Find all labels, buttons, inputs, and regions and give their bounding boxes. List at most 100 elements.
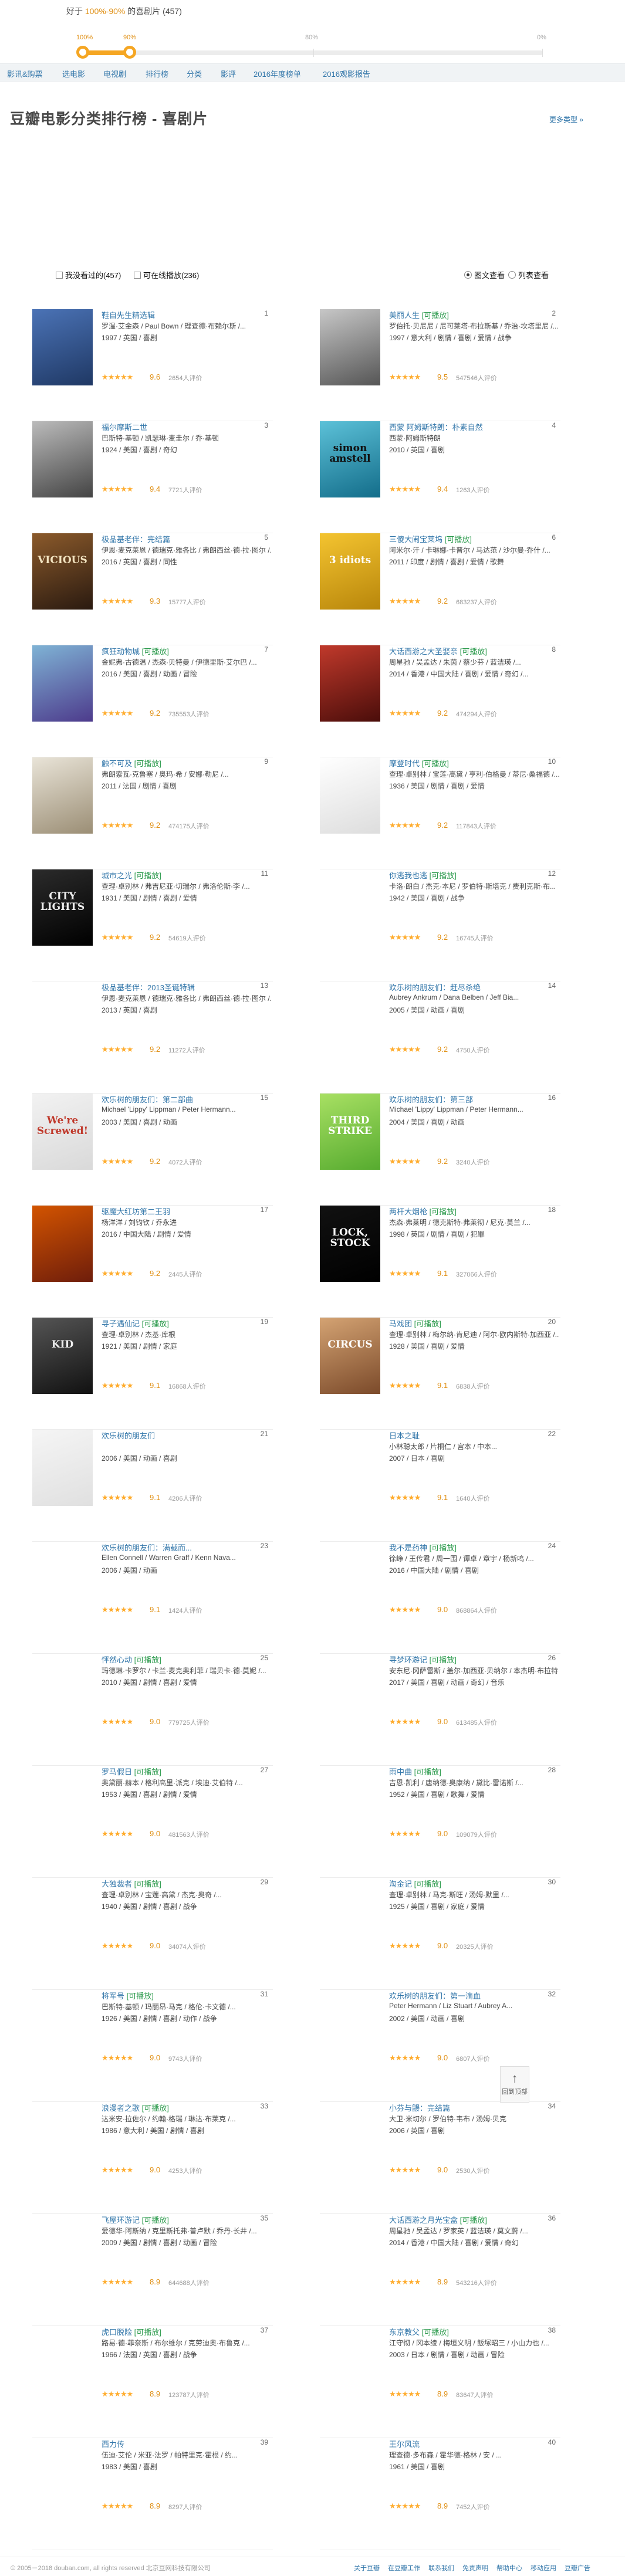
movie-title[interactable]: 东京教父 [可播放] [389,2326,449,2337]
movie-title-text[interactable]: 东京教父 [389,2328,420,2337]
movie-title-text[interactable]: 欢乐树的朋友们：满载而... [102,1543,192,1552]
radio-icon[interactable] [508,271,516,279]
rating-slider-track[interactable] [82,50,543,55]
movie-item[interactable]: 怦然心动 [可播放] 25 玛德琳·卡罗尔 / 卡兰·麦克奥利菲 / 瑞贝卡·德… [32,1654,273,1766]
movie-title[interactable]: 雨中曲 [可播放] [389,1766,441,1777]
movie-title[interactable]: 福尔摩斯二世 [102,421,147,432]
movie-item[interactable]: 欢乐树的朋友们：满载而... 23 Ellen Connell / Warren… [32,1542,273,1654]
movie-poster[interactable]: simon amstell [320,421,380,497]
movie-title-text[interactable]: 极品基老伴：2013圣诞特辑 [102,983,195,992]
movie-item[interactable]: 寻梦环游记 [可播放] 26 安东尼·冈萨雷斯 / 盖尔·加西亚·贝纳尔 / 本… [320,1654,560,1766]
movie-title-text[interactable]: 雨中曲 [389,1768,412,1776]
movie-poster[interactable] [32,1206,93,1282]
movie-item[interactable]: 鞋自先生精选辑 1 罗温·艾金森 / Paul Bown / 理查德·布赖尔斯 … [32,309,273,421]
movie-title-text[interactable]: 摩登时代 [389,759,420,768]
movie-title[interactable]: 欢乐树的朋友们：赶尽杀绝 [389,981,481,993]
movie-item[interactable]: 摩登时代 [可播放] 10 查理·卓别林 / 宝莲·高黛 / 亨利·伯格曼 / … [320,757,560,869]
movie-item[interactable]: 淘金记 [可播放] 30 查理·卓别林 / 马克·斯旺 / 汤姆·默里 /...… [320,1878,560,1990]
movie-title[interactable]: 飞屋环游记 [可播放] [102,2214,169,2225]
movie-title-text[interactable]: 王尔风流 [389,2440,420,2449]
movie-item[interactable]: 欢乐树的朋友们 21 2006 / 美国 / 动画 / 喜剧 ★★★★★ 9.1… [32,1430,273,1542]
slider-handle-high[interactable] [76,46,89,59]
movie-title[interactable]: 驱魔大红坊第二王羽 [102,1206,170,1217]
movie-item[interactable]: KID 寻子遇仙记 [可播放] 19 查理·卓别林 / 杰基·库根 1921 /… [32,1318,273,1430]
movie-title-text[interactable]: 大话西游之月光宝盒 [389,2216,458,2225]
movie-title-text[interactable]: 极品基老伴：完结篇 [102,535,170,544]
movie-poster[interactable] [320,309,380,385]
movie-title-text[interactable]: 鞋自先生精选辑 [102,311,155,320]
movie-item[interactable]: 你逃我也逃 [可播放] 12 卡洛·朗白 / 杰克·本尼 / 罗伯特·斯塔克 /… [320,869,560,981]
movie-title-text[interactable]: 欢乐树的朋友们：第二部曲 [102,1095,193,1104]
movie-title-text[interactable]: 怦然心动 [102,1656,132,1664]
footer-link-jobs[interactable]: 在豆瓣工作 [388,2563,420,2572]
movie-title[interactable]: 西力传 [102,2438,124,2449]
movie-title[interactable]: 寻梦环游记 [可播放] [389,1654,457,1665]
movie-title-text[interactable]: 城市之光 [102,871,132,880]
movie-poster[interactable]: LOCK, STOCK [320,1206,380,1282]
movie-poster[interactable] [32,1430,93,1506]
back-to-top-button[interactable]: ↑ 回到顶部 [500,2066,529,2103]
movie-title-text[interactable]: 疯狂动物城 [102,647,140,656]
nav-annual-list[interactable]: 2016年度榜单 [254,68,301,79]
movie-poster[interactable]: CIRCUS [320,1318,380,1394]
movie-title[interactable]: 罗马假日 [可播放] [102,1766,161,1777]
movie-title[interactable]: 大独裁者 [可播放] [102,1878,161,1889]
footer-link-ads[interactable]: 豆瓣广告 [565,2563,590,2572]
nav-movies[interactable]: 选电影 [62,68,85,79]
movie-item[interactable]: 福尔摩斯二世 3 巴斯特·基顿 / 凯瑟琳·麦圭尔 / 乔·基顿 1924 / … [32,421,273,533]
movie-title[interactable]: 王尔风流 [389,2438,420,2449]
movie-item[interactable]: 王尔风流 40 理查德·多布森 / 霍华德·格林 / 安 / ... 1961 … [320,2438,560,2550]
movie-item[interactable]: simon amstell 西蒙 阿姆斯特朗：朴素自然 4 西蒙·阿姆斯特朗 2… [320,421,560,533]
movie-title-text[interactable]: 小芬与鼹：完结篇 [389,2104,450,2113]
radio-selected-icon[interactable] [464,271,472,279]
movie-title-text[interactable]: 虎口脱险 [102,2328,132,2337]
movie-title-text[interactable]: 飞屋环游记 [102,2216,140,2225]
movie-poster[interactable] [32,309,93,385]
movie-title-text[interactable]: 两杆大烟枪 [389,1207,427,1216]
movie-poster[interactable]: VICIOUS [32,533,93,610]
movie-title[interactable]: 欢乐树的朋友们：满载而... [102,1542,192,1553]
movie-title[interactable]: 马戏团 [可播放] [389,1318,441,1329]
movie-poster[interactable] [32,757,93,834]
movie-title-text[interactable]: 你逃我也逃 [389,871,427,880]
nav-tickets[interactable]: 影讯&购票 [7,68,43,79]
movie-item[interactable]: 触不可及 [可播放] 9 弗朗索瓦·克鲁塞 / 奥玛·希 / 安娜·勒尼 /..… [32,757,273,869]
movie-title[interactable]: 欢乐树的朋友们：第二部曲 [102,1094,193,1105]
filter-playable[interactable]: 可在线播放(236) [134,269,199,280]
movie-title-text[interactable]: 日本之耻 [389,1431,420,1440]
movie-item[interactable]: 大话西游之大圣娶亲 [可播放] 8 周星驰 / 吴孟达 / 朱茵 / 蔡少芬 /… [320,645,560,757]
footer-link-about[interactable]: 关于豆瓣 [354,2563,380,2572]
movie-title-text[interactable]: 罗马假日 [102,1768,132,1776]
movie-title[interactable]: 西蒙 阿姆斯特朗：朴素自然 [389,421,483,432]
movie-title[interactable]: 欢乐树的朋友们 [102,1430,155,1441]
movie-title-text[interactable]: 将军号 [102,1992,124,2000]
movie-title[interactable]: 疯狂动物城 [可播放] [102,645,169,656]
movie-title[interactable]: 欢乐树的朋友们：第三部 [389,1094,473,1105]
movie-title-text[interactable]: 美丽人生 [389,311,420,320]
movie-item[interactable]: 驱魔大红坊第二王羽 17 杨洋洋 / 刘钧钦 / 乔永进 2016 / 中国大陆… [32,1206,273,1318]
movie-title-text[interactable]: 欢乐树的朋友们 [102,1431,155,1440]
movie-title-text[interactable]: 马戏团 [389,1319,412,1328]
nav-categories[interactable]: 分类 [187,68,202,79]
movie-title[interactable]: 日本之耻 [389,1430,420,1441]
footer-link-help[interactable]: 帮助中心 [496,2563,522,2572]
movie-title-text[interactable]: 寻子遇仙记 [102,1319,140,1328]
movie-item[interactable]: 美丽人生 [可播放] 2 罗伯托·贝尼尼 / 尼可莱塔·布拉斯基 / 乔治·坎塔… [320,309,560,421]
movie-poster[interactable]: KID [32,1318,93,1394]
movie-title[interactable]: 虎口脱险 [可播放] [102,2326,161,2337]
movie-title[interactable]: 三傻大闹宝莱坞 [可播放] [389,533,472,544]
movie-item[interactable]: 西力传 39 伍迪·艾伦 / 米亚·法罗 / 帕特里克·霍根 / 约... 19… [32,2438,273,2550]
movie-title[interactable]: 淘金记 [可播放] [389,1878,441,1889]
movie-title[interactable]: 我不是药神 [可播放] [389,1542,457,1553]
movie-item[interactable]: 欢乐树的朋友们：赶尽杀绝 14 Aubrey Ankrum / Dana Bel… [320,981,560,1094]
movie-item[interactable]: We're Screwed! 欢乐树的朋友们：第二部曲 15 Michael '… [32,1094,273,1206]
movie-poster[interactable] [320,645,380,722]
movie-title[interactable]: 极品基老伴：2013圣诞特辑 [102,981,195,993]
movie-title[interactable]: 摩登时代 [可播放] [389,757,449,769]
footer-link-contact[interactable]: 联系我们 [428,2563,454,2572]
movie-item[interactable]: 3 idiots 三傻大闹宝莱坞 [可播放] 6 阿米尔·汗 / 卡琳娜·卡普尔… [320,533,560,645]
nav-annual-report[interactable]: 2016观影报告 [323,68,370,79]
movie-item[interactable]: 大话西游之月光宝盒 [可播放] 36 周星驰 / 吴孟达 / 罗家英 / 蓝洁瑛… [320,2214,560,2326]
movie-poster[interactable] [32,645,93,722]
movie-title-text[interactable]: 大话西游之大圣娶亲 [389,647,458,656]
